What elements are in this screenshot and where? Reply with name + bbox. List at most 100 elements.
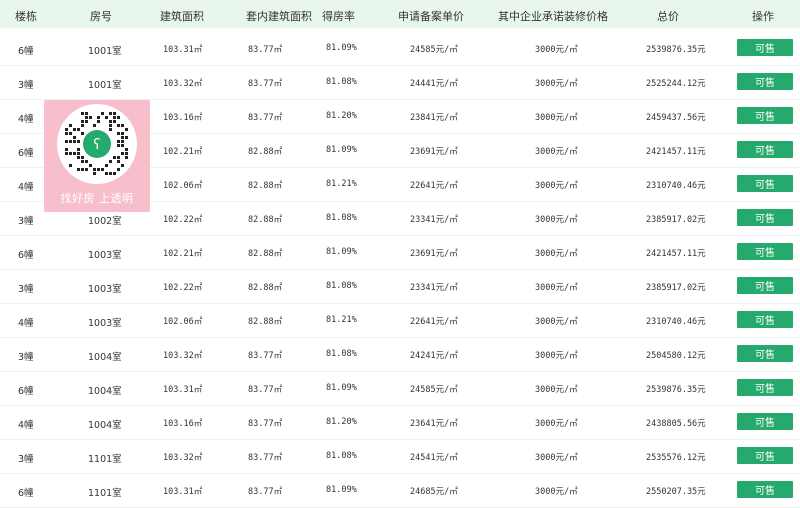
price-cell: 23341元/㎡ [410,283,458,293]
table-row: 4幢 1003室 102.06㎡ 82.88㎡ 81.21% 22641元/㎡ 3000元/… [0,303,800,338]
column-header: 楼栋 [15,10,37,23]
total-price-cell: 2539876.35元 [646,45,706,55]
table-row: 6幢 1004室 103.31㎡ 83.77㎡ 81.09% 24585元/㎡ 3000元/… [0,371,800,406]
column-header: 总价 [657,10,679,23]
area-cell: 103.16㎡ [163,419,203,429]
building-cell: 4幢 [18,318,34,329]
available-button[interactable]: 可售 [737,73,793,90]
available-button[interactable]: 可售 [737,243,793,260]
price-cell: 24585元/㎡ [410,385,458,395]
inner-area-cell: 82.88㎡ [248,147,283,157]
area-cell: 102.22㎡ [163,283,203,293]
price-cell: 24685元/㎡ [410,487,458,497]
room-cell: 1003室 [88,284,122,295]
building-cell: 3幢 [18,216,34,227]
total-price-cell: 2310740.46元 [646,181,706,191]
area-cell: 102.21㎡ [163,249,203,259]
ratio-cell: 81.21% [326,315,357,325]
decoration-price-cell: 3000元/㎡ [535,45,578,55]
ratio-cell: 81.08% [326,77,357,87]
total-price-cell: 2525244.12元 [646,79,706,89]
available-button[interactable]: 可售 [737,277,793,294]
decoration-price-cell: 3000元/㎡ [535,487,578,497]
available-button[interactable]: 可售 [737,141,793,158]
area-cell: 103.32㎡ [163,79,203,89]
available-button[interactable]: 可售 [737,413,793,430]
area-cell: 102.06㎡ [163,181,203,191]
ratio-cell: 81.08% [326,451,357,461]
total-price-cell: 2421457.11元 [646,249,706,259]
price-cell: 24541元/㎡ [410,453,458,463]
table-row: 3幢 1003室 102.22㎡ 82.88㎡ 81.08% 23341元/㎡ 3000元/… [0,269,800,304]
table-row: 6幢 1001室 103.31㎡ 83.77㎡ 81.09% 24585元/㎡ 3000元/… [0,31,800,66]
decoration-price-cell: 3000元/㎡ [535,215,578,225]
available-button[interactable]: 可售 [737,107,793,124]
inner-area-cell: 83.77㎡ [248,487,283,497]
total-price-cell: 2459437.56元 [646,113,706,123]
ratio-cell: 81.20% [326,417,357,427]
total-price-cell: 2385917.02元 [646,283,706,293]
building-cell: 6幢 [18,46,34,57]
available-button[interactable]: 可售 [737,209,793,226]
inner-area-cell: 82.88㎡ [248,215,283,225]
room-cell: 1003室 [88,318,122,329]
decoration-price-cell: 3000元/㎡ [535,385,578,395]
building-cell: 4幢 [18,182,34,193]
column-header: 得房率 [322,10,355,23]
column-header: 操作 [752,10,774,23]
total-price-cell: 2504580.12元 [646,351,706,361]
building-cell: 3幢 [18,454,34,465]
building-cell: 6幢 [18,488,34,499]
price-cell: 24441元/㎡ [410,79,458,89]
total-price-cell: 2385917.02元 [646,215,706,225]
price-cell: 23841元/㎡ [410,113,458,123]
inner-area-cell: 83.77㎡ [248,385,283,395]
ratio-cell: 81.20% [326,111,357,121]
price-cell: 22641元/㎡ [410,317,458,327]
column-header: 房号 [90,10,112,23]
column-header: 其中企业承诺装修价格 [498,10,608,23]
ratio-cell: 81.08% [326,213,357,223]
area-cell: 103.32㎡ [163,351,203,361]
area-cell: 102.21㎡ [163,147,203,157]
inner-area-cell: 83.77㎡ [248,419,283,429]
room-cell: 1004室 [88,386,122,397]
price-cell: 23341元/㎡ [410,215,458,225]
area-cell: 103.31㎡ [163,385,203,395]
building-cell: 3幢 [18,284,34,295]
qr-code: ʕ [57,104,137,184]
column-header: 套内建筑面积 [246,10,312,23]
decoration-price-cell: 3000元/㎡ [535,181,578,191]
available-button[interactable]: 可售 [737,481,793,498]
ratio-cell: 81.09% [326,43,357,53]
available-button[interactable]: 可售 [737,39,793,56]
inner-area-cell: 82.88㎡ [248,181,283,191]
price-cell: 24241元/㎡ [410,351,458,361]
inner-area-cell: 82.88㎡ [248,317,283,327]
available-button[interactable]: 可售 [737,379,793,396]
building-cell: 3幢 [18,352,34,363]
room-cell: 1001室 [88,80,122,91]
available-button[interactable]: 可售 [737,311,793,328]
table-row: 3幢 1004室 103.32㎡ 83.77㎡ 81.08% 24241元/㎡ 3000元/… [0,337,800,372]
price-cell: 23691元/㎡ [410,249,458,259]
price-cell: 22641元/㎡ [410,181,458,191]
decoration-price-cell: 3000元/㎡ [535,351,578,361]
decoration-price-cell: 3000元/㎡ [535,249,578,259]
available-button[interactable]: 可售 [737,447,793,464]
inner-area-cell: 83.77㎡ [248,453,283,463]
available-button[interactable]: 可售 [737,345,793,362]
room-cell: 1101室 [88,488,122,499]
inner-area-cell: 82.88㎡ [248,283,283,293]
table-row: 4幢 1004室 103.16㎡ 83.77㎡ 81.20% 23641元/㎡ 3000元/… [0,405,800,440]
available-button[interactable]: 可售 [737,175,793,192]
room-cell: 1101室 [88,454,122,465]
column-header: 建筑面积 [160,10,204,23]
area-cell: 103.31㎡ [163,487,203,497]
total-price-cell: 2421457.11元 [646,147,706,157]
room-cell: 1003室 [88,250,122,261]
decoration-price-cell: 3000元/㎡ [535,79,578,89]
table-row: 3幢 1101室 103.32㎡ 83.77㎡ 81.08% 24541元/㎡ 3000元/… [0,439,800,474]
building-cell: 4幢 [18,114,34,125]
decoration-price-cell: 3000元/㎡ [535,419,578,429]
